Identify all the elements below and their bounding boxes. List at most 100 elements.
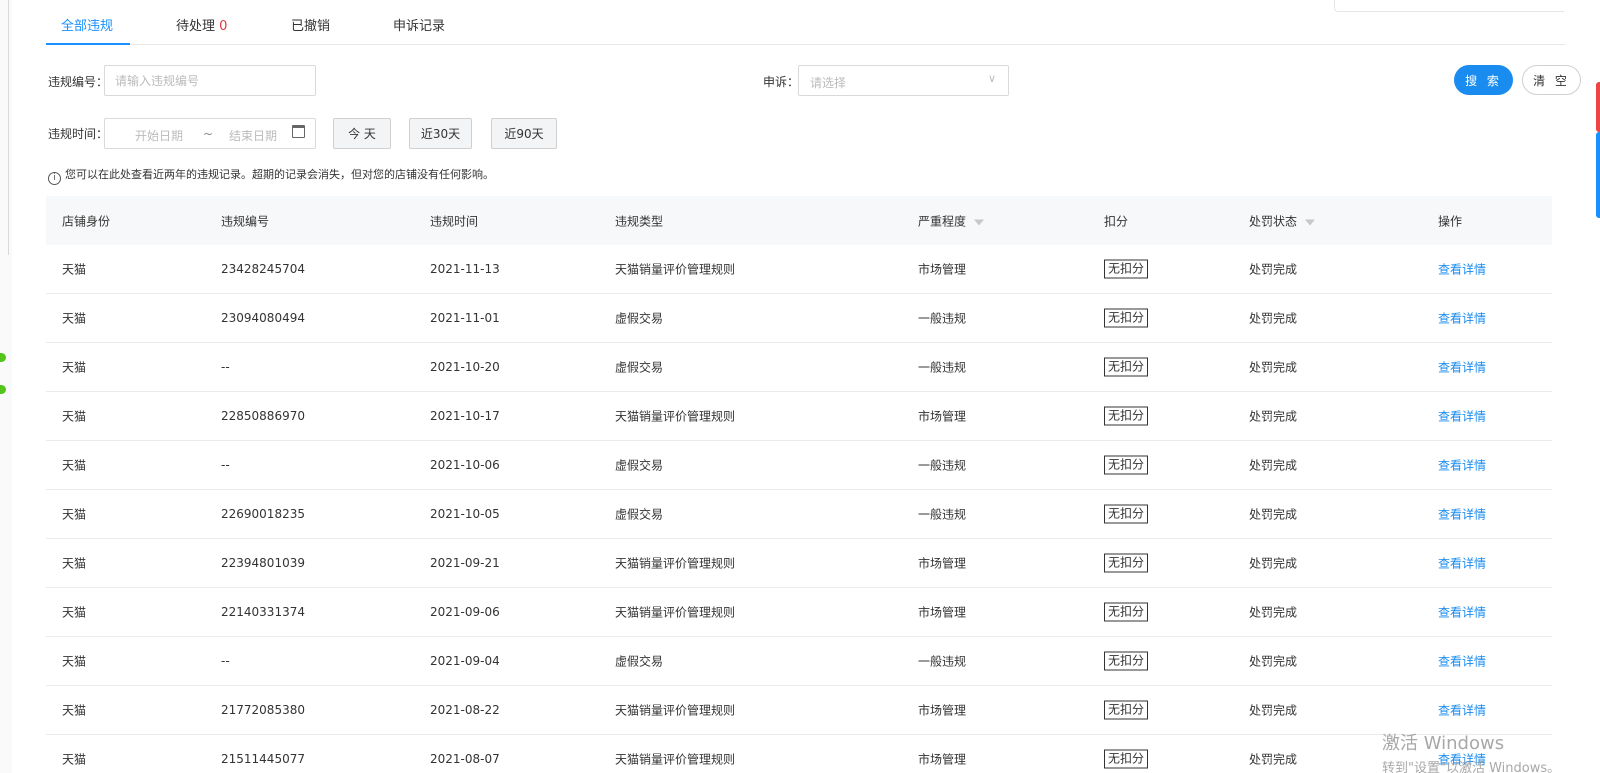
side-tab-blue[interactable]: [1596, 132, 1600, 218]
violation-time: 2021-11-13: [430, 262, 500, 276]
tab-revoked[interactable]: 已撤销: [291, 15, 330, 34]
violation-type: 虚假交易: [615, 654, 664, 669]
search-button[interactable]: 搜 索: [1454, 65, 1513, 95]
penalty-status: 处罚完成: [1249, 654, 1298, 669]
penalty-status: 处罚完成: [1249, 605, 1298, 620]
violation-id: 23428245704: [221, 262, 305, 276]
quick-30-days-button[interactable]: 近30天: [409, 118, 472, 149]
penalty-status: 处罚完成: [1249, 262, 1298, 277]
tab-appeal-records[interactable]: 申诉记录: [393, 15, 445, 34]
column-header: 违规类型: [615, 214, 664, 228]
quick-today-button[interactable]: 今 天: [333, 118, 391, 149]
view-details-link[interactable]: 查看详情: [1438, 702, 1486, 719]
tab-active-indicator: [46, 43, 130, 45]
left-rail: [0, 0, 12, 773]
shop-identity: 天猫: [62, 311, 87, 326]
violation-type: 天猫销量评价管理规则: [615, 409, 736, 424]
status-dot: [0, 353, 6, 362]
pending-count: 0: [219, 19, 228, 34]
rail-divider: [8, 0, 9, 255]
table-row: 天猫 22394801039 2021-09-21 天猫销量评价管理规则 市场管理 无扣分…: [46, 539, 1552, 588]
violation-time: 2021-10-20: [430, 360, 500, 374]
column-header: 店铺身份: [62, 214, 111, 228]
violation-time: 2021-08-07: [430, 752, 500, 766]
shop-identity: 天猫: [62, 752, 87, 767]
quick-90-days-button[interactable]: 近90天: [491, 118, 557, 149]
watermark-line1: 激活 Windows: [1382, 733, 1505, 754]
view-details-link[interactable]: 查看详情: [1438, 359, 1486, 376]
column-header[interactable]: 严重程度: [918, 212, 985, 229]
violation-type: 虚假交易: [615, 311, 664, 326]
column-header[interactable]: 处罚状态: [1249, 212, 1316, 229]
violation-id: 22690018235: [221, 507, 305, 521]
violation-id: --: [221, 458, 230, 472]
penalty-status: 处罚完成: [1249, 507, 1298, 522]
shop-identity: 天猫: [62, 409, 87, 424]
info-icon: i: [48, 172, 61, 185]
severity: 市场管理: [918, 262, 967, 277]
violation-id-input[interactable]: [104, 65, 316, 96]
deduction-tag: 无扣分: [1104, 357, 1149, 377]
violation-id-label: 违规编号：: [48, 75, 109, 89]
severity: 一般违规: [918, 654, 967, 669]
violation-type: 天猫销量评价管理规则: [615, 752, 736, 767]
view-details-link[interactable]: 查看详情: [1438, 310, 1486, 327]
column-header: 扣分: [1104, 214, 1129, 228]
filter-icon[interactable]: [1305, 219, 1316, 225]
view-details-link[interactable]: 查看详情: [1438, 261, 1486, 278]
filter-icon[interactable]: [974, 219, 985, 225]
end-date-field[interactable]: 结束日期: [229, 127, 277, 144]
deduction-tag: 无扣分: [1104, 308, 1149, 328]
violation-type: 天猫销量评价管理规则: [615, 605, 736, 620]
range-separator: ~: [203, 127, 214, 141]
deduction-tag: 无扣分: [1104, 553, 1149, 573]
appeal-select[interactable]: 请选择 ∨: [798, 65, 1009, 96]
severity: 市场管理: [918, 703, 967, 718]
shop-identity: 天猫: [62, 507, 87, 522]
table-row: 天猫 22690018235 2021-10-05 虚假交易 一般违规 无扣分 处罚完成 查看…: [46, 490, 1552, 539]
side-tab-red[interactable]: [1596, 82, 1600, 132]
violation-type: 虚假交易: [615, 507, 664, 522]
table-row: 天猫 -- 2021-09-04 虚假交易 一般违规 无扣分 处罚完成 查看详情: [46, 637, 1552, 686]
tab-pending[interactable]: 待处理 0: [176, 15, 227, 34]
deduction-tag: 无扣分: [1104, 259, 1149, 279]
view-details-link[interactable]: 查看详情: [1438, 506, 1486, 523]
violation-time: 2021-09-06: [430, 605, 500, 619]
table-row: 天猫 21511445077 2021-08-07 天猫销量评价管理规则 市场管理 无扣分…: [46, 735, 1552, 773]
calendar-icon[interactable]: [292, 125, 305, 138]
violation-time: 2021-10-05: [430, 507, 500, 521]
table-row: 天猫 22850886970 2021-10-17 天猫销量评价管理规则 市场管理 无扣分…: [46, 392, 1552, 441]
violation-time: 2021-11-01: [430, 311, 500, 325]
violation-type: 虚假交易: [615, 458, 664, 473]
penalty-status: 处罚完成: [1249, 556, 1298, 571]
clear-button[interactable]: 清 空: [1522, 65, 1581, 95]
view-details-link[interactable]: 查看详情: [1438, 408, 1486, 425]
severity: 一般违规: [918, 458, 967, 473]
table-row: 天猫 23094080494 2021-11-01 虚假交易 一般违规 无扣分 处罚完成 查看…: [46, 294, 1552, 343]
severity: 一般违规: [918, 507, 967, 522]
info-tip: i 您可以在此处查看近两年的违规记录。超期的记录会消失，但对您的店铺没有任何影响。: [48, 166, 494, 185]
start-date-field[interactable]: 开始日期: [135, 127, 183, 144]
view-details-link[interactable]: 查看详情: [1438, 555, 1486, 572]
view-details-link[interactable]: 查看详情: [1438, 653, 1486, 670]
severity: 市场管理: [918, 409, 967, 424]
column-header: 违规时间: [430, 214, 479, 228]
violation-id: --: [221, 654, 230, 668]
deduction-tag: 无扣分: [1104, 406, 1149, 426]
violation-type: 天猫销量评价管理规则: [615, 262, 736, 277]
severity: 一般违规: [918, 360, 967, 375]
deduction-tag: 无扣分: [1104, 749, 1149, 769]
penalty-status: 处罚完成: [1249, 311, 1298, 326]
severity: 市场管理: [918, 556, 967, 571]
date-range-picker[interactable]: 开始日期 ~ 结束日期: [104, 118, 316, 149]
violation-id: 21772085380: [221, 703, 305, 717]
violation-id: 22394801039: [221, 556, 305, 570]
view-details-link[interactable]: 查看详情: [1438, 457, 1486, 474]
shop-identity: 天猫: [62, 360, 87, 375]
shop-identity: 天猫: [62, 654, 87, 669]
view-details-link[interactable]: 查看详情: [1438, 604, 1486, 621]
penalty-status: 处罚完成: [1249, 360, 1298, 375]
deduction-tag: 无扣分: [1104, 455, 1149, 475]
chevron-down-icon: ∨: [987, 72, 996, 85]
tab-all-violations[interactable]: 全部违规: [61, 15, 113, 34]
